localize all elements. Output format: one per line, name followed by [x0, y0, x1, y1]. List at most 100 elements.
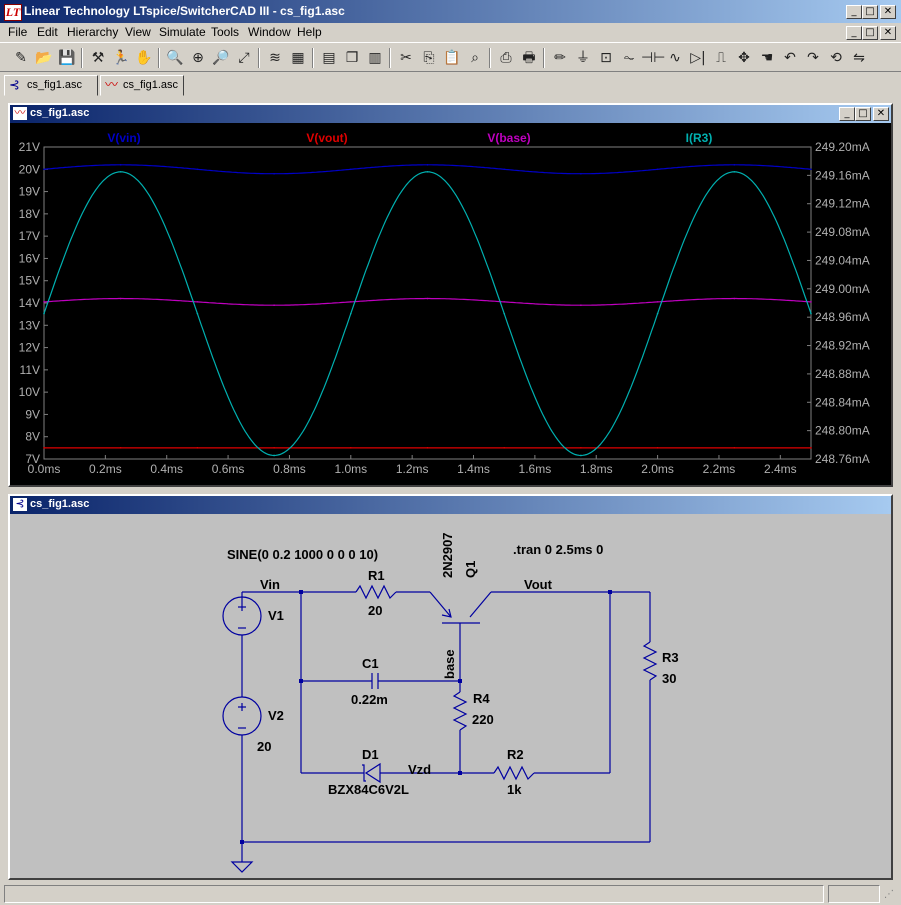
- junction: [299, 590, 303, 594]
- q1-collector[interactable]: [469, 591, 492, 618]
- waveform-plot[interactable]: 21V 20V 19V 18V 17V 16V 15V 14V 13V 12V 11V 10V 9V 8V…: [10, 123, 891, 485]
- plot-maximize-button[interactable]: □: [855, 107, 871, 121]
- net-label-vzd[interactable]: Vzd: [408, 762, 431, 777]
- ltspice-logo-icon[interactable]: LT: [4, 4, 22, 21]
- net-label-base[interactable]: base: [442, 649, 457, 679]
- maximize-button[interactable]: □: [862, 5, 878, 19]
- r1-label[interactable]: R1: [368, 568, 385, 583]
- child-restore-button[interactable]: □: [862, 26, 878, 40]
- legend-base[interactable]: V(base): [487, 131, 530, 145]
- q1-label[interactable]: Q1: [463, 561, 478, 578]
- series-line-ir3[interactable]: [43, 171, 812, 457]
- source-spec-label[interactable]: SINE(0 0.2 1000 0 0 0 10): [227, 547, 378, 562]
- plot-close-button[interactable]: ✕: [873, 107, 889, 121]
- halt-icon[interactable]: ✋: [133, 47, 155, 69]
- r4-resistor[interactable]: [452, 691, 468, 731]
- v2-label[interactable]: V2: [268, 708, 284, 723]
- plot-settings-icon[interactable]: ▦: [287, 47, 309, 69]
- menu-simulate[interactable]: Simulate: [159, 25, 206, 39]
- v2-source[interactable]: [222, 696, 262, 736]
- menu-hierarchy[interactable]: Hierarchy: [67, 25, 118, 39]
- d1-diode-body[interactable]: [364, 762, 381, 784]
- y-right-tick-label: 248.84mA: [815, 395, 870, 409]
- r3-label[interactable]: R3: [662, 650, 679, 665]
- menu-edit[interactable]: Edit: [37, 25, 58, 39]
- net-label-vout[interactable]: Vout: [524, 577, 552, 592]
- menu-window[interactable]: Window: [248, 25, 291, 39]
- print-setup-icon[interactable]: ⎙: [495, 47, 517, 69]
- undo-icon[interactable]: ↶: [779, 47, 801, 69]
- tab-waveform[interactable]: 〰 cs_fig1.asc: [100, 75, 184, 96]
- q1-emitter[interactable]: [429, 591, 452, 618]
- tran-directive[interactable]: .tran 0 2.5ms 0: [513, 542, 603, 557]
- r1-value[interactable]: 20: [368, 603, 382, 618]
- menu-view[interactable]: View: [125, 25, 151, 39]
- autorange-icon[interactable]: ≋: [264, 47, 286, 69]
- move-icon[interactable]: ✥: [733, 47, 755, 69]
- r1-resistor[interactable]: [355, 584, 397, 600]
- zoom-fit-icon[interactable]: ⤢: [233, 47, 255, 69]
- menu-tools[interactable]: Tools: [211, 25, 239, 39]
- r3-resistor[interactable]: [642, 641, 658, 681]
- series-line-base[interactable]: [43, 297, 812, 306]
- zoom-in-icon[interactable]: 🔍: [164, 47, 186, 69]
- resize-grip-icon[interactable]: ⋰: [884, 889, 898, 903]
- find-icon[interactable]: ⌕: [464, 47, 486, 69]
- r4-label[interactable]: R4: [473, 691, 490, 706]
- menu-file[interactable]: File: [8, 25, 27, 39]
- copy-icon[interactable]: ⎘: [418, 47, 440, 69]
- plot-pane[interactable]: 21V 20V 19V 18V 17V 16V 15V 14V 13V 12V 11V 10V 9V 8V…: [10, 123, 891, 485]
- paste-icon[interactable]: 📋: [441, 47, 463, 69]
- zoom-out-icon[interactable]: 🔎: [210, 47, 232, 69]
- child-minimize-button[interactable]: _: [846, 26, 862, 40]
- c1-value[interactable]: 0.22m: [351, 692, 388, 707]
- net-label-vin[interactable]: Vin: [260, 577, 280, 592]
- drag-icon[interactable]: ☚: [756, 47, 778, 69]
- schematic-canvas[interactable]: SINE(0 0.2 1000 0 0 0 10) .tran 0 2.5ms …: [10, 514, 891, 878]
- menu-help[interactable]: Help: [297, 25, 322, 39]
- label-net-icon[interactable]: ⊡: [595, 47, 617, 69]
- legend-ir3[interactable]: I(R3): [686, 131, 713, 145]
- child-close-button[interactable]: ✕: [880, 26, 896, 40]
- ground-icon[interactable]: [230, 861, 254, 873]
- mirror-icon[interactable]: ⇋: [848, 47, 870, 69]
- d1-label[interactable]: D1: [362, 747, 379, 762]
- tab-schematic[interactable]: ⊰ cs_fig1.asc: [4, 75, 98, 96]
- v2-value[interactable]: 20: [257, 739, 271, 754]
- r2-label[interactable]: R2: [507, 747, 524, 762]
- plot-minimize-button[interactable]: _: [839, 107, 855, 121]
- rotate-icon[interactable]: ⟲: [825, 47, 847, 69]
- ground-icon[interactable]: ⏚: [572, 47, 594, 69]
- v1-label[interactable]: V1: [268, 608, 284, 623]
- capacitor-icon[interactable]: ⊣⊢: [641, 47, 665, 69]
- inductor-icon[interactable]: ∿: [664, 47, 686, 69]
- r4-value[interactable]: 220: [472, 712, 494, 727]
- legend-vin[interactable]: V(vin): [107, 131, 140, 145]
- new-schematic-icon[interactable]: ✎: [10, 47, 32, 69]
- q1-model-label[interactable]: 2N2907: [440, 532, 455, 578]
- r3-value[interactable]: 30: [662, 671, 676, 686]
- legend-vout[interactable]: V(vout): [306, 131, 347, 145]
- component-icon[interactable]: ⎍: [710, 47, 732, 69]
- diode-icon[interactable]: ▷|: [687, 47, 709, 69]
- tile-horizontal-icon[interactable]: ▤: [318, 47, 340, 69]
- c1-label[interactable]: C1: [362, 656, 379, 671]
- redo-icon[interactable]: ↷: [802, 47, 824, 69]
- close-button[interactable]: ✕: [880, 5, 896, 19]
- pan-icon[interactable]: ⊕: [187, 47, 209, 69]
- cascade-icon[interactable]: ❐: [341, 47, 363, 69]
- cut-icon[interactable]: ✂: [395, 47, 417, 69]
- r2-resistor[interactable]: [493, 765, 535, 781]
- d1-model[interactable]: BZX84C6V2L: [328, 782, 409, 797]
- print-icon[interactable]: 🖶: [518, 47, 540, 69]
- open-file-icon[interactable]: 📂: [33, 47, 55, 69]
- r2-value[interactable]: 1k: [507, 782, 521, 797]
- draw-wire-icon[interactable]: ✏: [549, 47, 571, 69]
- tile-vertical-icon[interactable]: ▥: [364, 47, 386, 69]
- minimize-button[interactable]: _: [846, 5, 862, 19]
- control-panel-icon[interactable]: ⚒: [87, 47, 109, 69]
- run-icon[interactable]: 🏃: [110, 47, 132, 69]
- resistor-icon[interactable]: ⏦: [618, 47, 640, 69]
- save-icon[interactable]: 💾: [56, 47, 78, 69]
- data-point-vin: [43, 168, 45, 171]
